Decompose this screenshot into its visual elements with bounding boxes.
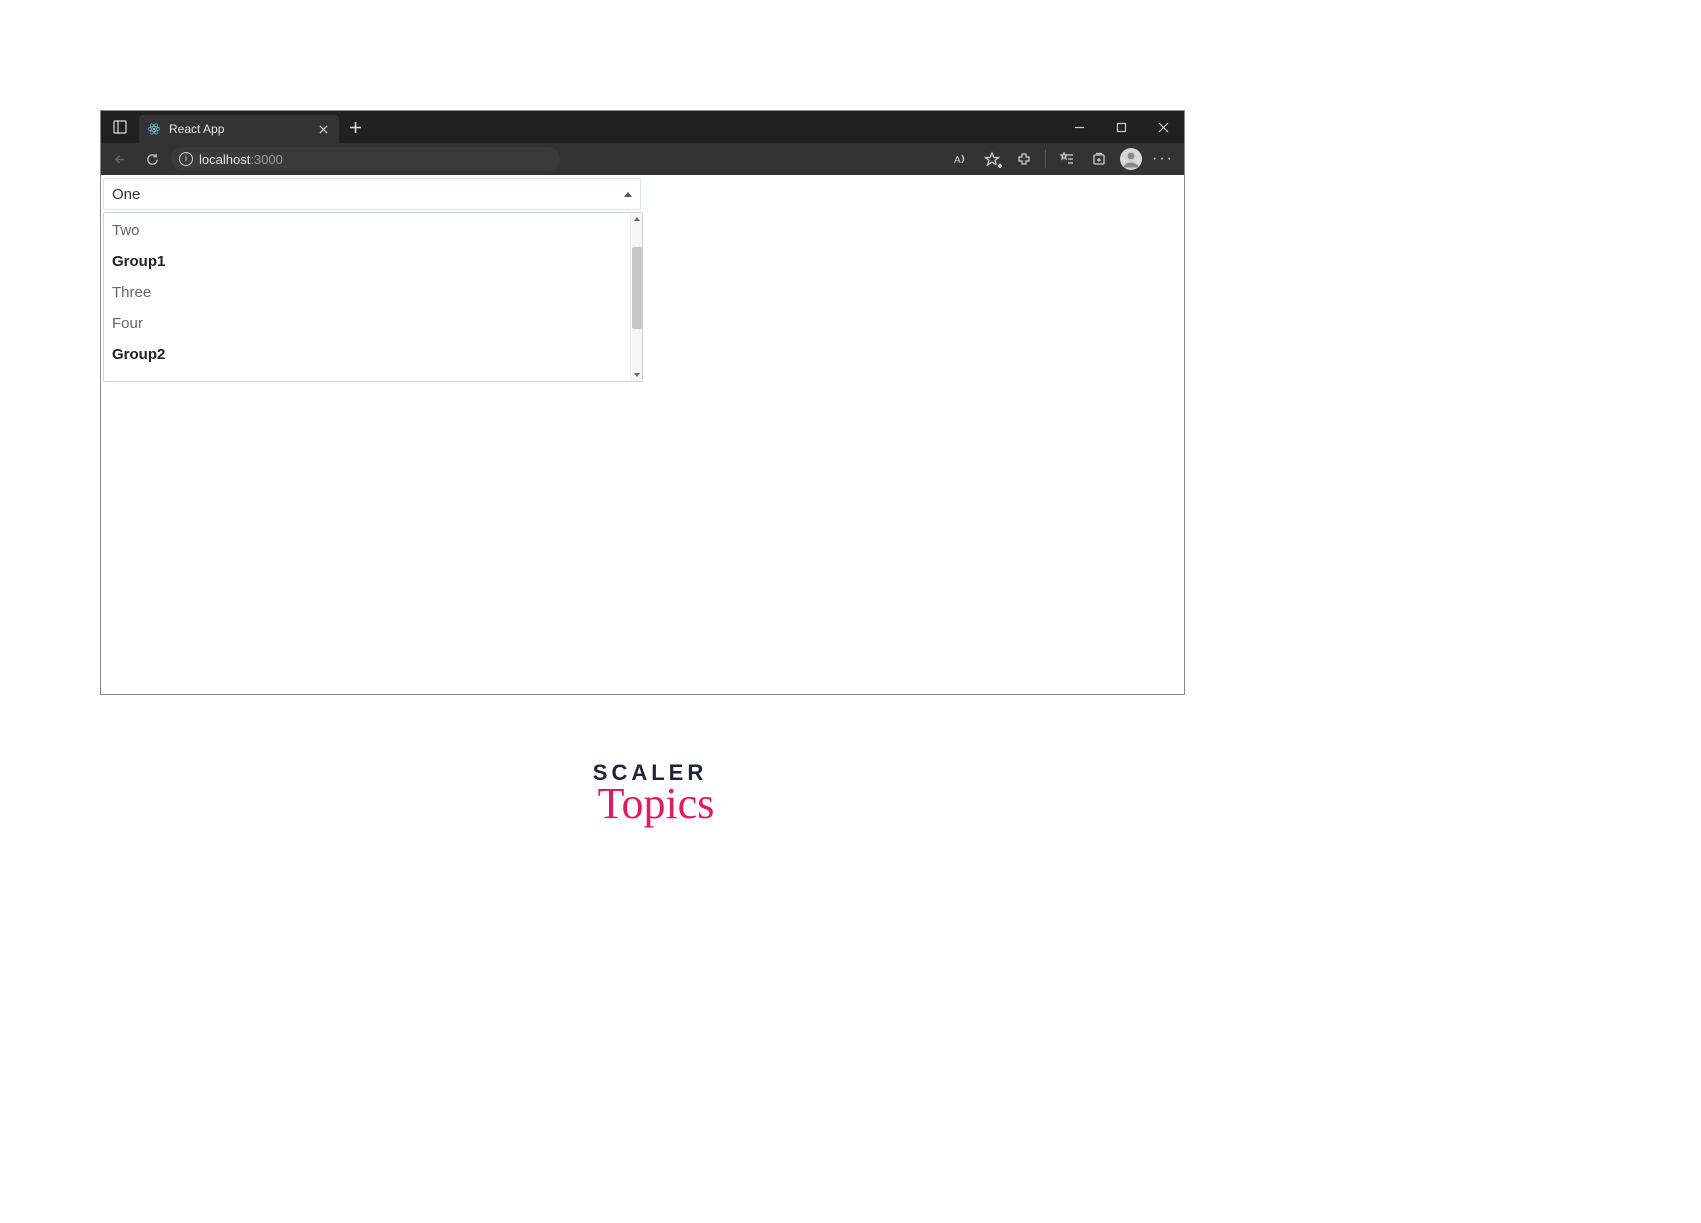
dropdown-list: Two Group1 Three Four Group2	[104, 213, 630, 381]
tab-bar: React App	[101, 111, 1184, 143]
minimize-button[interactable]	[1058, 111, 1100, 143]
more-menu-button[interactable]: ···	[1148, 146, 1178, 172]
browser-tab[interactable]: React App	[139, 115, 339, 143]
star-badge-icon	[996, 162, 1003, 169]
scaler-topics-logo: SCALER Topics	[590, 760, 710, 824]
scroll-down-button[interactable]	[631, 369, 643, 381]
site-info-icon[interactable]: i	[179, 152, 193, 166]
address-bar[interactable]: i localhost:3000	[171, 147, 560, 171]
option-two[interactable]: Two	[104, 215, 630, 246]
browser-window: React App i	[100, 110, 1185, 695]
dropdown-scrollbar[interactable]	[630, 213, 642, 381]
logo-text-bottom: Topics	[596, 784, 716, 824]
svg-text:A: A	[954, 155, 961, 166]
favorites-star-icon[interactable]	[977, 146, 1007, 172]
profile-avatar[interactable]	[1116, 146, 1146, 172]
refresh-button[interactable]	[139, 146, 165, 172]
optgroup-group2: Group2	[104, 339, 630, 370]
url-text: localhost:3000	[199, 152, 283, 167]
read-aloud-icon[interactable]: A	[945, 146, 975, 172]
tab-title: React App	[169, 122, 307, 136]
collections-icon[interactable]	[1084, 146, 1114, 172]
option-three[interactable]: Three	[104, 277, 630, 308]
maximize-button[interactable]	[1100, 111, 1142, 143]
toolbar-right-icons: A ···	[945, 146, 1178, 172]
back-button[interactable]	[107, 146, 133, 172]
window-controls	[1058, 111, 1184, 143]
scroll-up-button[interactable]	[631, 213, 643, 225]
optgroup-group1: Group1	[104, 246, 630, 277]
tab-actions-button[interactable]	[101, 111, 139, 143]
toolbar: i localhost:3000 A	[101, 143, 1184, 175]
close-window-button[interactable]	[1142, 111, 1184, 143]
react-favicon-icon	[147, 122, 161, 136]
new-tab-button[interactable]	[339, 111, 371, 143]
select-selected-value: One	[112, 186, 140, 203]
extensions-icon[interactable]	[1009, 146, 1039, 172]
favorites-list-icon[interactable]	[1052, 146, 1082, 172]
option-four[interactable]: Four	[104, 308, 630, 339]
select-dropdown: Two Group1 Three Four Group2	[103, 212, 643, 382]
page-content: One Two Group1 Three Four Group2	[101, 175, 1184, 694]
caret-up-icon	[624, 192, 632, 197]
close-tab-button[interactable]	[315, 121, 331, 137]
scroll-thumb[interactable]	[632, 247, 642, 329]
select-control[interactable]: One	[103, 178, 641, 210]
